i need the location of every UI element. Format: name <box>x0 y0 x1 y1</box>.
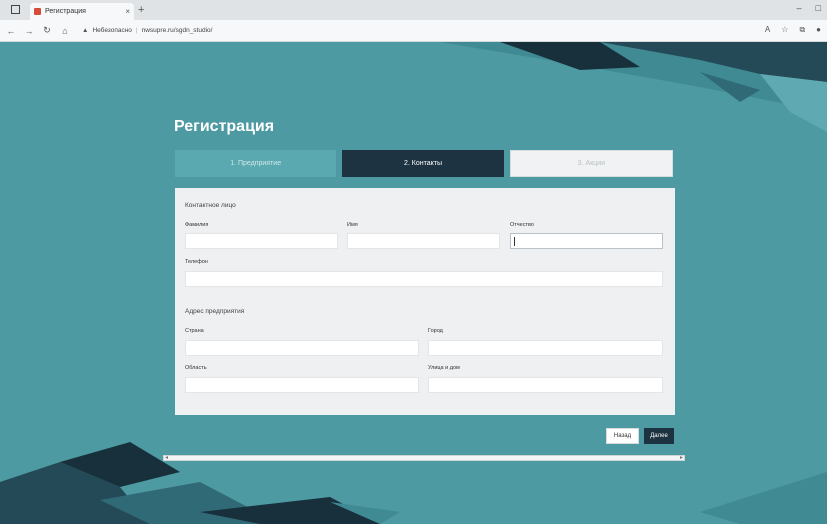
profile-icon[interactable]: ● <box>816 25 821 35</box>
home-icon[interactable]: ⌂ <box>58 26 72 36</box>
region-label: Область <box>185 365 207 371</box>
street-label: Улица и дом <box>428 365 460 371</box>
region-input[interactable] <box>185 377 419 393</box>
collections-icon[interactable]: ⧉ <box>799 25 805 35</box>
minimize-button[interactable]: – <box>797 3 802 13</box>
next-button[interactable]: Далее <box>644 428 674 444</box>
url-field[interactable]: ▲ Небезопасно | nwsupre.ru/sgdn_studio/ <box>82 27 212 34</box>
url-separator: | <box>135 27 138 34</box>
browser-tab[interactable]: Регистрация × <box>30 3 134 20</box>
country-label: Страна <box>185 328 204 334</box>
name-input[interactable] <box>347 233 500 249</box>
phone-label: Телефон <box>185 259 208 265</box>
city-label: Город <box>428 328 443 334</box>
window-controls: – □ <box>797 3 821 13</box>
new-tab-button[interactable]: + <box>138 3 144 17</box>
security-warning: Небезопасно <box>92 27 132 34</box>
city-input[interactable] <box>428 340 663 356</box>
step-2[interactable]: 2. Контакты <box>342 150 504 177</box>
patronymic-input[interactable] <box>510 233 663 249</box>
horizontal-scrollbar[interactable]: ◂ ▸ <box>163 455 685 461</box>
read-aloud-icon[interactable]: A <box>765 25 770 35</box>
window-menu-icon[interactable] <box>11 5 20 14</box>
address-section-title: Адрес предприятия <box>185 308 245 315</box>
street-input[interactable] <box>428 377 663 393</box>
warning-icon: ▲ <box>82 27 89 34</box>
country-input[interactable] <box>185 340 419 356</box>
tab-title: Регистрация <box>45 8 86 15</box>
surname-label: Фамилия <box>185 222 209 228</box>
contact-section-title: Контактное лицо <box>185 202 236 209</box>
text-caret <box>514 237 515 246</box>
scroll-right-icon[interactable]: ▸ <box>680 454 683 461</box>
registration-form: Контактное лицо Фамилия Имя Отчество Тел… <box>175 188 675 415</box>
tab-close-button[interactable]: × <box>125 7 130 16</box>
favicon-icon <box>34 8 41 15</box>
maximize-button[interactable]: □ <box>816 3 821 13</box>
reload-icon[interactable]: ↻ <box>40 25 54 36</box>
patronymic-label: Отчество <box>510 222 534 228</box>
scroll-left-icon[interactable]: ◂ <box>165 454 168 461</box>
address-bar: ← → ↻ ⌂ ▲ Небезопасно | nwsupre.ru/sgdn_… <box>0 20 827 42</box>
back-button[interactable]: Назад <box>606 428 639 444</box>
step-1[interactable]: 1. Предприятие <box>175 150 337 177</box>
name-label: Имя <box>347 222 358 228</box>
browser-toolbar: A ☆ ⧉ ● <box>765 25 821 35</box>
page-title: Регистрация <box>174 118 275 135</box>
step-indicator: 1. Предприятие 2. Контакты 3. Акции <box>175 150 673 177</box>
step-3[interactable]: 3. Акции <box>509 150 673 177</box>
favorites-star-icon[interactable]: ☆ <box>781 25 788 35</box>
forward-arrow-icon[interactable]: → <box>22 26 36 36</box>
url-text: nwsupre.ru/sgdn_studio/ <box>141 27 213 34</box>
surname-input[interactable] <box>185 233 338 249</box>
browser-tab-bar: Регистрация × + – □ <box>0 0 827 20</box>
phone-input[interactable] <box>185 271 663 287</box>
back-arrow-icon[interactable]: ← <box>4 26 18 36</box>
